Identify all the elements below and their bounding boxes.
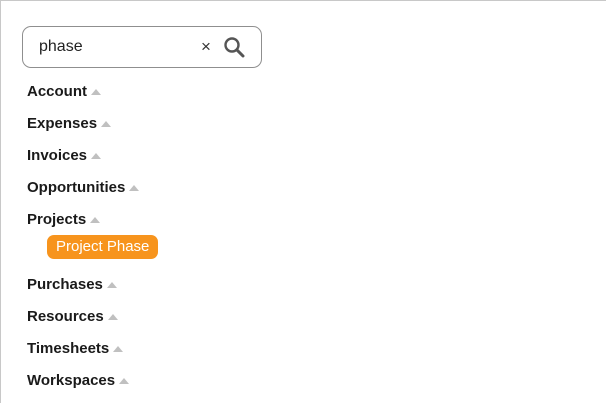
caret-up-icon[interactable] xyxy=(106,282,117,288)
category-label[interactable]: Workspaces xyxy=(27,372,115,389)
category-purchases[interactable]: Purchases xyxy=(27,274,117,296)
category-opportunities[interactable]: Opportunities xyxy=(27,177,140,199)
clear-icon[interactable]: × xyxy=(199,37,213,57)
category-label[interactable]: Expenses xyxy=(27,115,97,132)
caret-up-icon[interactable] xyxy=(90,217,101,223)
category-projects[interactable]: Projects xyxy=(27,209,101,231)
caret-up-icon[interactable] xyxy=(113,346,124,352)
category-resources[interactable]: Resources xyxy=(27,306,118,328)
search-icon[interactable] xyxy=(223,36,245,58)
category-timesheets[interactable]: Timesheets xyxy=(27,338,124,360)
category-account[interactable]: Account xyxy=(27,81,101,103)
category-invoices[interactable]: Invoices xyxy=(27,145,102,167)
search-box: × xyxy=(22,26,262,68)
category-label[interactable]: Purchases xyxy=(27,276,103,293)
field-picker-panel: × Account Expenses Invoices Opportunitie… xyxy=(0,0,606,403)
caret-up-icon[interactable] xyxy=(129,185,140,191)
category-label[interactable]: Projects xyxy=(27,211,86,228)
caret-up-icon[interactable] xyxy=(107,314,118,320)
category-expenses[interactable]: Expenses xyxy=(27,113,112,135)
category-label[interactable]: Resources xyxy=(27,308,104,325)
category-workspaces[interactable]: Workspaces xyxy=(27,370,130,392)
search-input[interactable] xyxy=(39,35,189,59)
category-label[interactable]: Invoices xyxy=(27,147,87,164)
field-item-project-phase[interactable]: Project Phase xyxy=(47,235,159,259)
category-label[interactable]: Opportunities xyxy=(27,179,125,196)
caret-up-icon[interactable] xyxy=(101,121,112,127)
category-label[interactable]: Account xyxy=(27,83,87,100)
caret-up-icon[interactable] xyxy=(91,89,101,95)
caret-up-icon[interactable] xyxy=(119,378,130,384)
caret-up-icon[interactable] xyxy=(91,153,102,159)
category-label[interactable]: Timesheets xyxy=(27,340,109,357)
